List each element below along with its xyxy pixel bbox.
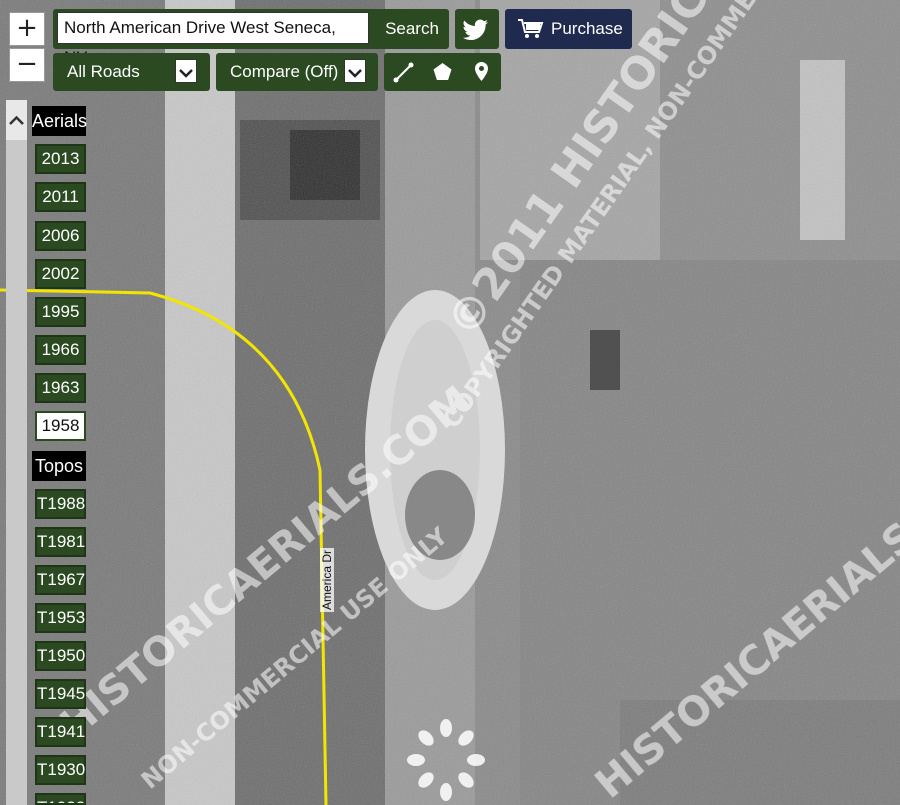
aerial-year-1995[interactable]: 1995	[35, 297, 86, 327]
purchase-label: Purchase	[551, 19, 623, 38]
topo-year-t1950[interactable]: T1950	[35, 641, 86, 671]
aerial-year-1963[interactable]: 1963	[35, 373, 86, 403]
purchase-button[interactable]: Purchase	[505, 9, 632, 49]
chevron-down-icon	[344, 59, 366, 83]
topo-year-t1967[interactable]: T1967	[35, 565, 86, 595]
search-input[interactable]: North American Drive West Seneca, NY	[57, 12, 369, 67]
topos-heading: Topos	[32, 451, 86, 481]
chevron-down-icon	[175, 59, 197, 83]
aerial-year-1958-selected[interactable]: 1958	[35, 411, 86, 441]
draw-polygon-button[interactable]	[423, 53, 462, 91]
topo-year-t1922[interactable]: T1922	[35, 793, 86, 805]
chevron-up-icon	[9, 115, 24, 125]
aerial-year-2013[interactable]: 2013	[35, 144, 86, 174]
year-list-scrollbar[interactable]	[6, 100, 27, 805]
aerial-year-1966[interactable]: 1966	[35, 335, 86, 365]
topo-year-t1988[interactable]: T1988	[35, 489, 86, 519]
aerial-year-2011[interactable]: 2011	[35, 182, 86, 212]
compare-select-value: Compare (Off)	[230, 62, 339, 81]
line-icon	[393, 62, 414, 83]
aerial-year-2002[interactable]: 2002	[35, 259, 86, 289]
search-button[interactable]: Search	[375, 9, 449, 49]
twitter-button[interactable]	[455, 9, 499, 49]
polygon-icon	[433, 63, 452, 80]
roads-select[interactable]: All Roads	[53, 53, 210, 91]
zoom-out-button[interactable]: −	[9, 48, 45, 82]
road-label: America Dr	[320, 547, 334, 612]
topo-year-t1930[interactable]: T1930	[35, 755, 86, 785]
topo-year-t1953[interactable]: T1953	[35, 603, 86, 633]
search-bar: North American Drive West Seneca, NY Sea…	[53, 9, 449, 67]
topo-year-t1941[interactable]: T1941	[35, 717, 86, 747]
draw-tools	[384, 53, 501, 91]
scroll-up-button[interactable]	[6, 100, 27, 140]
cart-icon	[518, 19, 544, 38]
map-canvas[interactable]: ©2011 HISTORICAERIALS COPYRIGHTED MATERI…	[0, 0, 900, 805]
aerials-heading: Aerials	[32, 106, 87, 136]
place-marker-button[interactable]	[462, 53, 501, 91]
compare-select[interactable]: Compare (Off)	[216, 53, 378, 91]
zoom-in-button[interactable]: +	[9, 12, 45, 46]
draw-line-button[interactable]	[384, 53, 423, 91]
loading-spinner-icon	[407, 719, 485, 801]
twitter-icon	[463, 19, 488, 41]
map-marker-icon	[475, 62, 488, 81]
topo-year-t1945[interactable]: T1945	[35, 679, 86, 709]
aerial-year-2006[interactable]: 2006	[35, 221, 86, 251]
topo-year-t1981[interactable]: T1981	[35, 527, 86, 557]
roads-select-value: All Roads	[67, 62, 140, 81]
aerial-photo: ©2011 HISTORICAERIALS COPYRIGHTED MATERI…	[0, 0, 900, 805]
